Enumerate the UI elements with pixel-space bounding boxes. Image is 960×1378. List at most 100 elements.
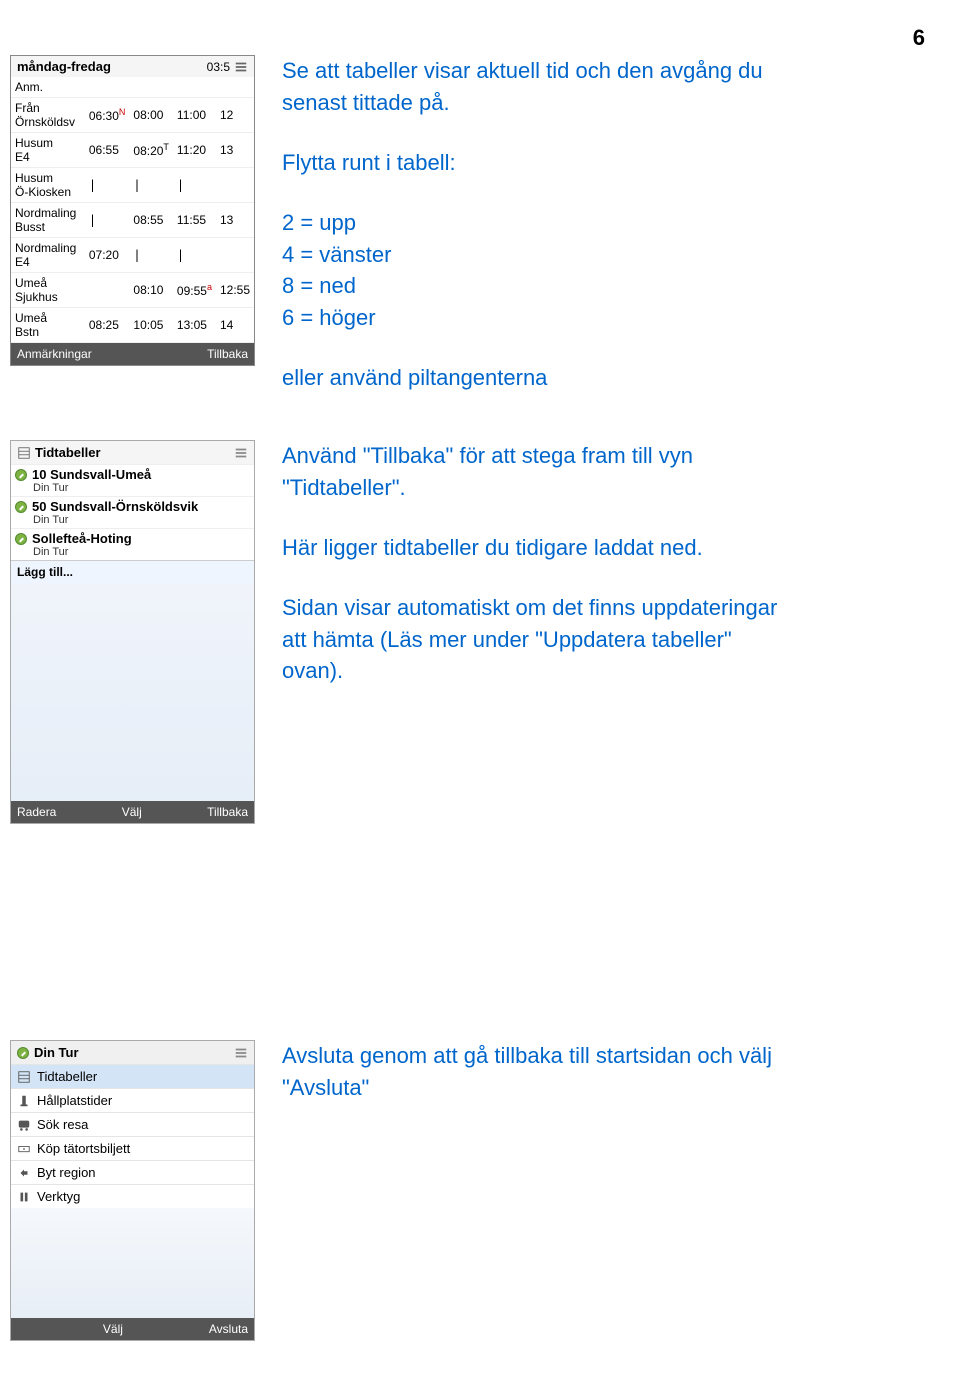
add-item[interactable]: Lägg till... — [11, 560, 254, 583]
status-icon — [17, 1047, 29, 1059]
footer-bar: Anmärkningar Tillbaka — [11, 343, 254, 365]
footer-mid[interactable]: Välj — [122, 805, 142, 819]
time-cell: | — [85, 203, 130, 238]
options-icon — [234, 60, 248, 74]
menu-item-byt-region[interactable]: Byt region — [11, 1160, 254, 1184]
table-row: FrånÖrnsköldsv06:30N08:0011:0012 — [11, 98, 254, 133]
timetable-list-screenshot: Tidtabeller 10 Sundsvall-UmeåDin Tur50 S… — [10, 440, 255, 824]
provider-name: Din Tur — [15, 482, 248, 494]
row-label: HusumE4 — [11, 133, 85, 168]
bus-icon — [17, 1118, 31, 1132]
table-row: NordmalingBusst|08:5511:5513 — [11, 203, 254, 238]
menu-item-verktyg[interactable]: Verktyg — [11, 1184, 254, 1208]
instruction-line: Här ligger tidtabeller du tidigare ladda… — [282, 532, 782, 564]
page-number: 6 — [913, 25, 925, 51]
time-cell: 13 — [216, 203, 254, 238]
row-label: NordmalingE4 — [11, 238, 85, 273]
row-label: FrånÖrnsköldsv — [11, 98, 85, 133]
provider-name: Din Tur — [15, 514, 248, 526]
row-label: HusumÖ-Kiosken — [11, 168, 85, 203]
instruction-block-1: Se att tabeller visar aktuell tid och de… — [282, 55, 782, 394]
menu-label: Verktyg — [37, 1189, 80, 1204]
time-cell: 10:05 — [129, 308, 173, 343]
footer-mid[interactable]: Välj — [103, 1322, 123, 1336]
table-row: NordmalingE407:20|| — [11, 238, 254, 273]
time-cell — [129, 77, 173, 98]
time-cell: 14 — [216, 308, 254, 343]
time-cell: 08:55 — [129, 203, 173, 238]
row-label: Anm. — [11, 77, 85, 98]
timetable-icon — [17, 446, 31, 460]
app-title: Din Tur — [34, 1045, 79, 1060]
footer-right[interactable]: Avsluta — [209, 1322, 248, 1336]
footer-left[interactable]: Anmärkningar — [17, 347, 92, 361]
menu-label: Hållplatstider — [37, 1093, 112, 1108]
time-cell: | — [85, 168, 130, 203]
options-icon — [234, 446, 248, 460]
instruction-block-2: Använd "Tillbaka" för att stega fram til… — [282, 440, 782, 687]
footer-right[interactable]: Tillbaka — [207, 347, 248, 361]
stop-icon — [17, 1094, 31, 1108]
time-cell: | — [129, 168, 173, 203]
instruction-line: Avsluta genom att gå tillbaka till start… — [282, 1040, 782, 1104]
options-icon — [234, 1046, 248, 1060]
time-cell: 13:05 — [173, 308, 216, 343]
time-cell — [173, 77, 216, 98]
timetable-screenshot: måndag-fredag 03:5 Anm.FrånÖrnsköldsv06:… — [10, 55, 255, 366]
instruction-line: Se att tabeller visar aktuell tid och de… — [282, 55, 782, 119]
instruction-line: 2 = upp — [282, 207, 782, 239]
time-cell — [216, 168, 254, 203]
menu-label: Byt region — [37, 1165, 96, 1180]
time-cell: 12:55 — [216, 273, 254, 308]
time-cell: 09:55a — [173, 273, 216, 308]
footer-right[interactable]: Tillbaka — [207, 805, 248, 819]
table-row: HusumÖ-Kiosken||| — [11, 168, 254, 203]
ticket-icon — [17, 1142, 31, 1156]
list-item[interactable]: 50 Sundsvall-ÖrnsköldsvikDin Tur — [11, 496, 254, 528]
row-label: UmeåSjukhus — [11, 273, 85, 308]
menu-label: Köp tätortsbiljett — [37, 1141, 130, 1156]
time-cell: 11:00 — [173, 98, 216, 133]
instruction-line: Flytta runt i tabell: — [282, 147, 782, 179]
time-cell — [216, 77, 254, 98]
list-item[interactable]: Sollefteå-HotingDin Tur — [11, 528, 254, 560]
time-cell — [85, 273, 130, 308]
time-cell: 13 — [216, 133, 254, 168]
titlebar-label: måndag-fredag — [17, 59, 111, 74]
update-icon — [15, 501, 27, 513]
table-row: UmeåBstn08:2510:0513:0514 — [11, 308, 254, 343]
instruction-line: eller använd piltangenterna — [282, 362, 782, 394]
menu-label: Sök resa — [37, 1117, 88, 1132]
main-menu-screenshot: Din Tur Tidtabeller Hållplatstider Sök res… — [10, 1040, 255, 1341]
time-cell: 08:10 — [129, 273, 173, 308]
list-item[interactable]: 10 Sundsvall-UmeåDin Tur — [11, 464, 254, 496]
time-cell: 12 — [216, 98, 254, 133]
menu-item-h-llplatstider[interactable]: Hållplatstider — [11, 1088, 254, 1112]
time-cell — [85, 77, 130, 98]
menu-label: Tidtabeller — [37, 1069, 97, 1084]
time-cell: | — [129, 238, 173, 273]
menu-item-k-p-t-tortsbiljett[interactable]: Köp tätortsbiljett — [11, 1136, 254, 1160]
time-cell: | — [173, 238, 216, 273]
update-icon — [15, 533, 27, 545]
time-cell: 07:20 — [85, 238, 130, 273]
menu-item-s-k-resa[interactable]: Sök resa — [11, 1112, 254, 1136]
row-label: UmeåBstn — [11, 308, 85, 343]
empty-area — [11, 583, 254, 801]
instruction-line: 4 = vänster — [282, 239, 782, 271]
time-cell: 06:30N — [85, 98, 130, 133]
table-row: HusumE406:5508:20T11:2013 — [11, 133, 254, 168]
titlebar-time: 03:5 — [207, 60, 230, 74]
provider-name: Din Tur — [15, 546, 248, 558]
menu-item-tidtabeller[interactable]: Tidtabeller — [11, 1064, 254, 1088]
footer-left[interactable]: Radera — [17, 805, 56, 819]
time-cell: 06:55 — [85, 133, 130, 168]
footer-bar: Välj Avsluta — [11, 1318, 254, 1340]
time-cell: 11:20 — [173, 133, 216, 168]
instruction-line: 8 = ned — [282, 270, 782, 302]
instruction-line: 6 = höger — [282, 302, 782, 334]
instruction-line: Sidan visar automatiskt om det finns upp… — [282, 592, 782, 688]
time-cell: 08:20T — [129, 133, 173, 168]
time-cell: 11:55 — [173, 203, 216, 238]
table-row: Anm. — [11, 77, 254, 98]
